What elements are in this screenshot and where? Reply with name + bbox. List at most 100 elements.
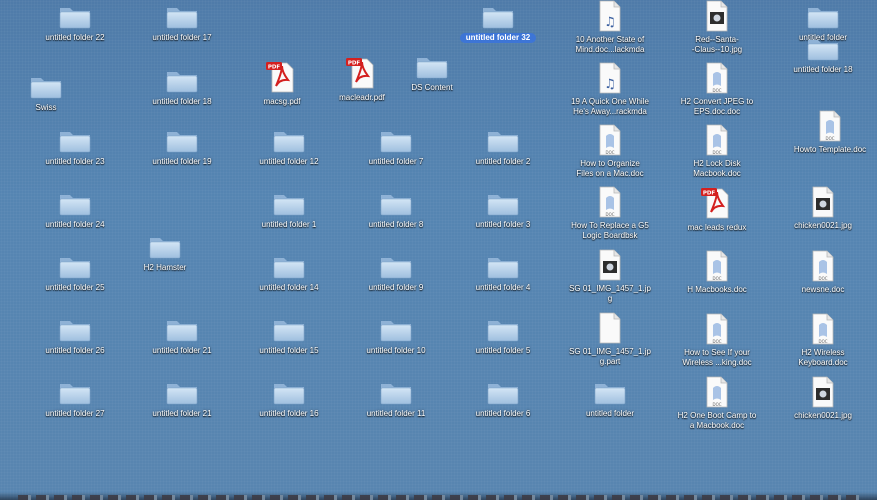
desktop-item-label: untitled folder 23 <box>45 157 105 166</box>
desktop-item-untitled-folder-24[interactable]: untitled folder 24 <box>20 191 130 230</box>
folder-icon <box>272 380 306 406</box>
folder-icon <box>165 128 199 154</box>
desktop-item-label: untitled folder 6 <box>475 409 531 418</box>
folder-icon <box>165 4 199 30</box>
desktop-item-label: untitled folder 11 <box>366 409 426 418</box>
folder-icon <box>593 380 627 406</box>
desktop-item-how-to-organize-files-on-a-mac-doc[interactable]: DOC How to Organize Files on a Mac.doc <box>555 124 665 179</box>
desktop-item-chicken0021-jpg[interactable]: chicken0021.jpg <box>768 186 877 231</box>
desktop-item-label: chicken0021.jpg <box>794 411 852 420</box>
doc-icon: DOC <box>704 313 730 345</box>
desktop-item-untitled-folder-23[interactable]: untitled folder 23 <box>20 128 130 167</box>
desktop-item-how-to-replace-a-g5-logic-boardbsk[interactable]: DOC How To Replace a G5 Logic Boardbsk <box>555 186 665 241</box>
desktop-item-sg-01-img-1457-1-jp-g[interactable]: SG 01_IMG_1457_1.jp g <box>555 249 665 304</box>
folder-icon <box>165 68 199 94</box>
desktop-item-ds-content[interactable]: DS Content <box>377 54 487 93</box>
desktop-item-label: untitled folder 18 <box>152 97 212 106</box>
desktop-item-h-macbooks-doc[interactable]: DOC H Macbooks.doc <box>662 250 772 295</box>
folder-icon <box>29 74 63 100</box>
desktop-item-untitled-folder-27[interactable]: untitled folder 27 <box>20 380 130 419</box>
desktop-item-label: untitled folder 22 <box>45 33 105 42</box>
desktop-item-untitled-folder-15[interactable]: untitled folder 15 <box>234 317 344 356</box>
desktop-item-untitled-folder-18[interactable]: untitled folder 18 <box>127 68 237 107</box>
svg-text:PDF: PDF <box>348 60 361 66</box>
desktop-item-label: H2 Convert JPEG to EPS.doc.doc <box>680 97 754 116</box>
folder-icon <box>148 234 182 260</box>
desktop-item-chicken0021-jpg[interactable]: chicken0021.jpg <box>768 376 877 421</box>
desktop-item-mac-leads-redux[interactable]: PDF mac leads redux <box>662 186 772 233</box>
svg-text:DOC: DOC <box>825 136 834 141</box>
pdf-icon: PDF <box>346 56 378 90</box>
desktop-item-untitled-folder-4[interactable]: untitled folder 4 <box>448 254 558 293</box>
desktop-item-label: untitled folder 19 <box>152 157 212 166</box>
desktop-item-untitled-folder-1[interactable]: untitled folder 1 <box>234 191 344 230</box>
desktop-item-untitled-folder-6[interactable]: untitled folder 6 <box>448 380 558 419</box>
desktop-item-untitled-folder-26[interactable]: untitled folder 26 <box>20 317 130 356</box>
desktop-item-untitled-folder-18[interactable]: untitled folder 18 <box>768 36 877 75</box>
folder-icon <box>486 128 520 154</box>
desktop-item-label: How to See If your Wireless ...king.doc <box>682 348 752 367</box>
desktop-item-h2-lock-disk-macbook-doc[interactable]: DOC H2 Lock Disk Macbook.doc <box>662 124 772 179</box>
folder-icon <box>379 317 413 343</box>
desktop-item-untitled-folder[interactable]: untitled folder <box>555 380 665 419</box>
desktop-item-untitled-folder-21[interactable]: untitled folder 21 <box>127 380 237 419</box>
svg-text:DOC: DOC <box>712 150 721 155</box>
desktop-item-label: SG 01_IMG_1457_1.jp g.part <box>569 347 651 366</box>
folder-icon <box>58 191 92 217</box>
desktop-item-19-a-quick-one-while-he-s-away-rackmda[interactable]: ♫ 19 A Quick One While He's Away...rackm… <box>555 62 665 117</box>
desktop-item-label: untitled folder 18 <box>793 65 853 74</box>
svg-text:DOC: DOC <box>605 212 614 217</box>
desktop-item-untitled-folder-22[interactable]: untitled folder 22 <box>20 4 130 43</box>
desktop-item-untitled-folder-9[interactable]: untitled folder 9 <box>341 254 451 293</box>
desktop-item-untitled-folder-19[interactable]: untitled folder 19 <box>127 128 237 167</box>
doc-icon: DOC <box>704 376 730 408</box>
desktop-item-label: macsg.pdf <box>263 97 301 106</box>
svg-text:PDF: PDF <box>703 190 716 196</box>
desktop-item-h2-convert-jpeg-to-eps-doc-doc[interactable]: DOC H2 Convert JPEG to EPS.doc.doc <box>662 62 772 117</box>
desktop-item-label: mac leads redux <box>687 223 747 232</box>
desktop-item-label: untitled folder 9 <box>368 283 424 292</box>
desktop-item-label: untitled folder 10 <box>366 346 426 355</box>
desktop-item-label: 19 A Quick One While He's Away...rackmda <box>571 97 649 116</box>
desktop-item-10-another-state-of-mind-doc-lackmda[interactable]: ♫ 10 Another State of Mind.doc...lackmda <box>555 0 665 55</box>
desktop-item-untitled-folder-17[interactable]: untitled folder 17 <box>127 4 237 43</box>
folder-icon <box>806 4 840 30</box>
desktop-item-untitled-folder-32[interactable]: untitled folder 32 <box>443 4 553 43</box>
desktop-item-label: chicken0021.jpg <box>794 221 852 230</box>
desktop-item-untitled-folder-8[interactable]: untitled folder 8 <box>341 191 451 230</box>
desktop-item-untitled-folder-2[interactable]: untitled folder 2 <box>448 128 558 167</box>
desktop-item-label: Red--Santa- -Claus--10.jpg <box>691 35 743 54</box>
desktop-item-howto-template-doc[interactable]: DOC Howto Template.doc <box>775 110 877 155</box>
pdf-icon: PDF <box>266 60 298 94</box>
desktop-item-untitled-folder-14[interactable]: untitled folder 14 <box>234 254 344 293</box>
desktop-item-untitled-folder-7[interactable]: untitled folder 7 <box>341 128 451 167</box>
folder-icon <box>58 128 92 154</box>
desktop-item-label: How to Organize Files on a Mac.doc <box>576 159 644 178</box>
svg-text:DOC: DOC <box>712 339 721 344</box>
desktop-item-untitled-folder-16[interactable]: untitled folder 16 <box>234 380 344 419</box>
svg-text:DOC: DOC <box>712 276 721 281</box>
folder-icon <box>486 317 520 343</box>
desktop-item-swiss[interactable]: Swiss <box>0 74 101 113</box>
desktop-item-h2-wireless-keyboard-doc[interactable]: DOC H2 Wireless Keyboard.doc <box>768 313 877 368</box>
desktop-item-red-santa-claus-10-jpg[interactable]: Red--Santa- -Claus--10.jpg <box>662 0 772 55</box>
desktop-item-untitled-folder-5[interactable]: untitled folder 5 <box>448 317 558 356</box>
folder-icon <box>272 191 306 217</box>
desktop-item-label: untitled folder 14 <box>259 283 319 292</box>
desktop-item-newsne-doc[interactable]: DOC newsne.doc <box>768 250 877 295</box>
svg-text:DOC: DOC <box>712 402 721 407</box>
desktop-item-untitled-folder-10[interactable]: untitled folder 10 <box>341 317 451 356</box>
desktop-item-label: H2 One Boot Camp to a Macbook.doc <box>677 411 757 430</box>
folder-icon <box>165 317 199 343</box>
desktop-item-untitled-folder-3[interactable]: untitled folder 3 <box>448 191 558 230</box>
dock-icons-strip[interactable] <box>18 495 859 500</box>
desktop-item-untitled-folder-11[interactable]: untitled folder 11 <box>341 380 451 419</box>
svg-text:DOC: DOC <box>818 276 827 281</box>
desktop-item-untitled-folder-21[interactable]: untitled folder 21 <box>127 317 237 356</box>
desktop-item-sg-01-img-1457-1-jp-g-part[interactable]: SG 01_IMG_1457_1.jp g.part <box>555 312 665 367</box>
desktop-item-untitled-folder-25[interactable]: untitled folder 25 <box>20 254 130 293</box>
desktop-item-h2-one-boot-camp-to-a-macbook-doc[interactable]: DOC H2 One Boot Camp to a Macbook.doc <box>662 376 772 431</box>
doc-icon: DOC <box>597 186 623 218</box>
desktop-item-how-to-see-if-your-wireless-king-doc[interactable]: DOC How to See If your Wireless ...king.… <box>662 313 772 368</box>
desktop-item-untitled-folder-12[interactable]: untitled folder 12 <box>234 128 344 167</box>
